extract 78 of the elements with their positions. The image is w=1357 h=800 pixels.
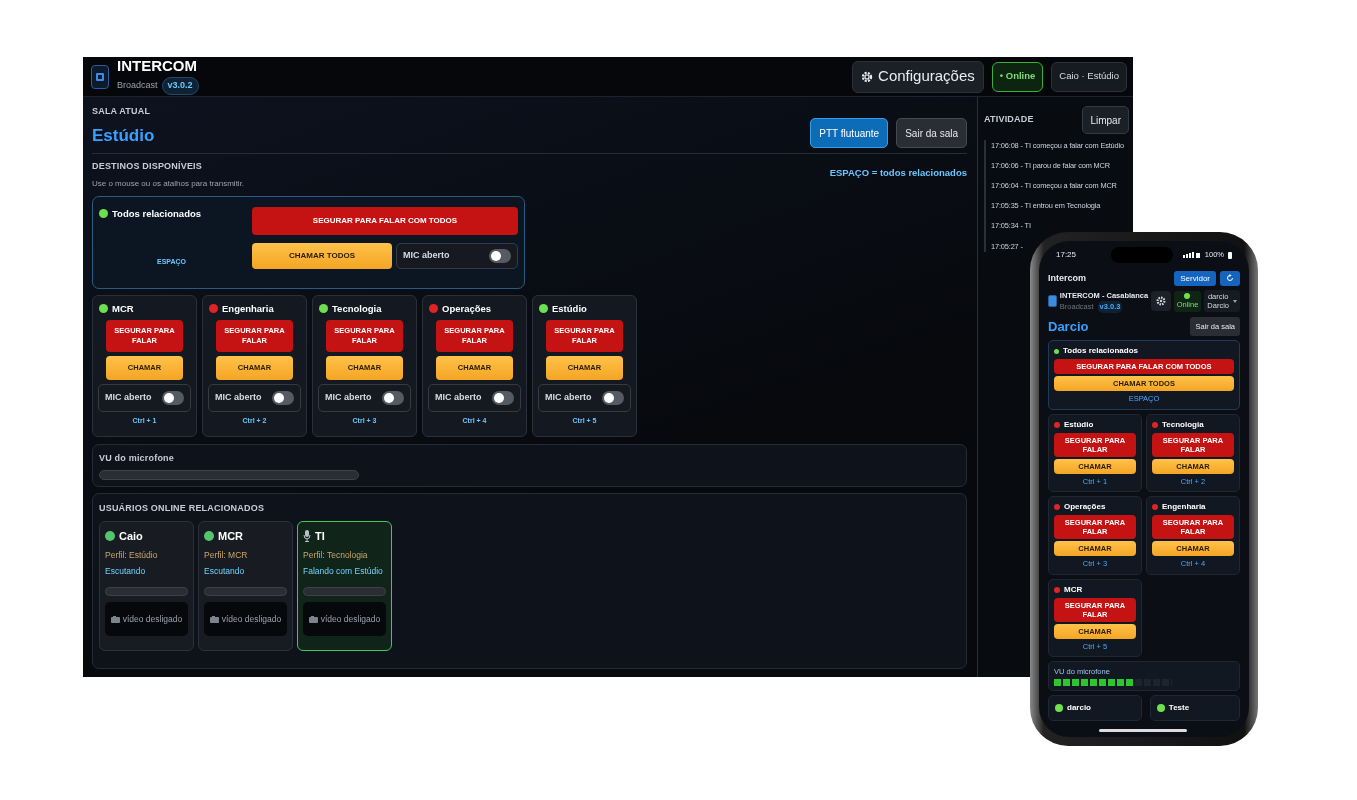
destination-name: Engenharia	[222, 301, 274, 316]
clear-button[interactable]: Limpar	[1082, 106, 1129, 134]
leave-room-button[interactable]: Sair da sala	[896, 118, 967, 148]
video-status: vídeo desligado	[221, 612, 282, 626]
shortcut-hint: ESPAÇO = todos relacionados	[829, 166, 967, 180]
mic-label: MIC aberto	[435, 391, 482, 404]
destination-name: Operações	[1064, 501, 1106, 513]
destination-name: MCR	[1064, 583, 1083, 596]
toggle-switch[interactable]	[272, 390, 294, 405]
mic-label: MIC aberto	[215, 391, 262, 404]
room-name: Darcio	[1048, 317, 1089, 336]
refresh-icon	[1226, 274, 1234, 283]
section-label: ATIVIDADE	[984, 113, 1034, 127]
server-button[interactable]: Servidor	[1174, 271, 1216, 286]
user-name: TI	[315, 529, 325, 544]
settings-button[interactable]: Configurações	[852, 60, 984, 93]
mic-label: MIC aberto	[325, 391, 372, 404]
mic-label: MIC aberto	[403, 248, 450, 262]
user-profile: Perfil: Estúdio	[105, 548, 159, 562]
user-activity: Falando com Estúdio	[303, 565, 384, 578]
logo-icon	[91, 64, 109, 89]
user-name: Caio	[119, 529, 143, 544]
signal-icon	[1182, 252, 1201, 258]
mic-label: MIC aberto	[105, 391, 152, 404]
status-dot	[204, 531, 214, 542]
destination-name: Estúdio	[552, 301, 587, 316]
user-button[interactable]: Caio · Estúdio	[1051, 61, 1127, 92]
toggle-switch[interactable]	[382, 390, 404, 405]
vu-label: VU do microfone	[99, 451, 175, 465]
destination-name: MCR	[112, 301, 134, 316]
battery-icon	[1228, 251, 1232, 259]
destination-name: Engenharia	[1162, 501, 1206, 513]
camera-icon	[209, 615, 219, 623]
toggle-switch[interactable]	[489, 248, 511, 263]
camera-icon	[110, 615, 120, 623]
app-title: Intercom	[1048, 271, 1086, 285]
section-label: USUÁRIOS ONLINE RELACIONADOS	[99, 501, 266, 515]
user-profile: Perfil: Tecnologia	[303, 548, 369, 562]
user-name: MCR	[218, 529, 244, 544]
video-status: vídeo desligado	[122, 612, 183, 626]
hint-text: Use o mouse ou os atalhos para transmitir.	[92, 177, 245, 190]
app-subtitle: Broadcast	[117, 79, 158, 93]
settings-button[interactable]	[1151, 291, 1171, 312]
toggle-switch[interactable]	[162, 390, 184, 405]
settings-icon	[861, 70, 874, 83]
toggle-switch[interactable]	[492, 390, 514, 405]
section-label: DESTINOS DISPONÍVEIS	[92, 160, 204, 173]
status-dot	[105, 531, 115, 542]
destination-name: Tecnologia	[1162, 418, 1204, 431]
user-name: darcio	[1067, 702, 1091, 715]
version-badge: v3.0.2	[161, 77, 199, 95]
mic-label: MIC aberto	[545, 391, 592, 404]
status-badge: • Online	[991, 61, 1044, 92]
status-dot	[1184, 292, 1191, 299]
user-name: Teste	[1168, 702, 1190, 715]
section-label: SALA ATUAL	[92, 105, 152, 118]
talk-all-button[interactable]: SEGURAR PARA FALAR COM TODOS	[252, 206, 518, 235]
user-profile: Perfil: MCR	[204, 548, 249, 562]
settings-icon	[1155, 296, 1166, 307]
logo-icon	[1048, 295, 1057, 308]
destination-name: Todos relacionados	[112, 206, 202, 221]
room-name: Estúdio	[92, 124, 155, 147]
app-title: INTERCOM	[117, 58, 198, 74]
camera-icon	[308, 615, 318, 623]
destination-name: Todos relacionados	[1063, 345, 1138, 357]
refresh-button[interactable]	[1220, 271, 1240, 286]
user-activity: Escutando	[105, 565, 147, 578]
destination-name: Estúdio	[1064, 418, 1094, 431]
destination-name: Operações	[442, 301, 492, 316]
float-ptt-button[interactable]: PTT flutuante	[810, 118, 889, 148]
caret-icon	[1233, 299, 1237, 303]
user-activity: Escutando	[204, 565, 246, 578]
call-all-button[interactable]: CHAMAR TODOS	[252, 242, 392, 269]
video-status: vídeo desligado	[320, 612, 381, 626]
toggle-switch[interactable]	[602, 390, 624, 405]
clock: 17:25	[1056, 249, 1077, 261]
destination-name: Tecnologia	[332, 301, 382, 316]
microphone-icon	[303, 530, 311, 543]
